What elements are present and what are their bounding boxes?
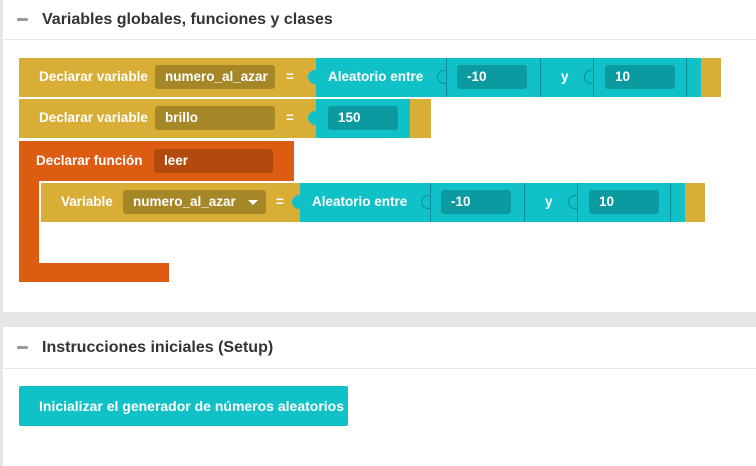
random-min-field[interactable]: -10 xyxy=(457,65,527,89)
function-name-field[interactable]: leer xyxy=(154,149,273,173)
assign-operator: = xyxy=(276,194,284,209)
setup-panel-header: Instrucciones iniciales (Setup) xyxy=(3,327,756,369)
declare-variable-block-numero-al-azar[interactable]: Declarar variable numero_al_azar = Aleat… xyxy=(19,58,721,97)
init-random-generator-block[interactable]: Inicializar el generador de números alea… xyxy=(19,386,348,426)
globals-panel-header: Variables globales, funciones y clases xyxy=(3,0,756,40)
between-label: y xyxy=(561,69,569,84)
block-divider xyxy=(670,183,671,222)
random-max-field[interactable]: 10 xyxy=(605,65,675,89)
setup-panel-title: Instrucciones iniciales (Setup) xyxy=(42,338,274,356)
random-max-field[interactable]: 10 xyxy=(589,190,659,214)
input-socket xyxy=(437,70,446,84)
block-divider xyxy=(524,183,525,222)
assign-operator: = xyxy=(286,110,294,125)
globals-panel-title: Variables globales, funciones y clases xyxy=(42,10,333,28)
set-variable-label: Variable xyxy=(61,194,113,209)
block-divider xyxy=(446,58,447,97)
declare-function-block[interactable]: Declarar función leer xyxy=(19,141,294,181)
declare-function-label: Declarar función xyxy=(36,153,143,168)
variable-name-field[interactable]: brillo xyxy=(155,106,275,130)
block-divider xyxy=(577,183,578,222)
block-divider xyxy=(540,58,541,97)
set-variable-block[interactable]: Variable numero_al_azar = Aleatorio entr… xyxy=(41,183,705,222)
chevron-down-icon xyxy=(248,200,258,205)
collapse-icon[interactable] xyxy=(17,17,28,21)
variable-name-field[interactable]: numero_al_azar xyxy=(155,65,275,89)
random-between-label: Aleatorio entre xyxy=(312,194,408,209)
number-value-field[interactable]: 150 xyxy=(328,106,398,130)
random-between-block[interactable]: Aleatorio entre -10 y 10 xyxy=(292,183,685,222)
block-connector xyxy=(308,111,318,125)
block-divider xyxy=(430,183,431,222)
number-block[interactable]: 150 xyxy=(308,99,410,138)
random-between-label: Aleatorio entre xyxy=(328,69,424,84)
setup-panel: Instrucciones iniciales (Setup) Iniciali… xyxy=(3,327,756,466)
declare-variable-label: Declarar variable xyxy=(39,110,148,125)
globals-panel: Variables globales, funciones y clases D… xyxy=(3,0,756,312)
variable-dropdown[interactable]: numero_al_azar xyxy=(123,190,266,214)
random-min-field[interactable]: -10 xyxy=(441,190,511,214)
input-socket xyxy=(568,195,577,209)
input-socket xyxy=(584,70,593,84)
block-divider xyxy=(593,58,594,97)
declare-variable-block-brillo[interactable]: Declarar variable brillo = 150 xyxy=(19,99,431,138)
block-connector xyxy=(292,195,302,209)
block-divider xyxy=(686,58,687,97)
block-connector xyxy=(308,70,318,84)
between-label: y xyxy=(545,194,553,209)
input-socket xyxy=(421,195,430,209)
function-block-footer xyxy=(19,263,169,282)
variable-dropdown-value: numero_al_azar xyxy=(133,194,236,209)
random-between-block[interactable]: Aleatorio entre -10 y 10 xyxy=(308,58,701,97)
function-block-spine xyxy=(19,181,39,263)
assign-operator: = xyxy=(286,69,294,84)
declare-variable-label: Declarar variable xyxy=(39,69,148,84)
collapse-icon[interactable] xyxy=(17,345,28,349)
